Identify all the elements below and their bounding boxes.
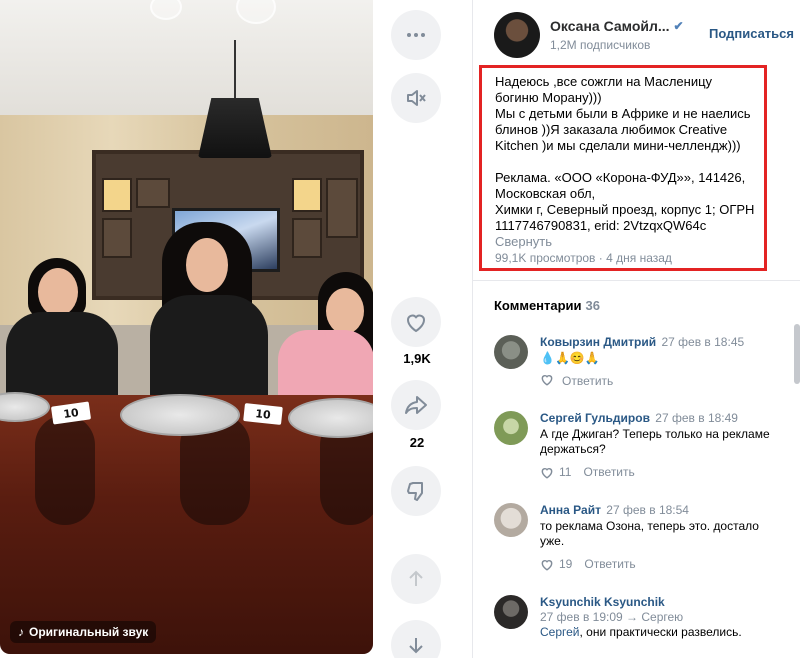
verified-check-icon: ✔ [673, 19, 684, 33]
comment-mention[interactable]: Сергей [540, 625, 580, 639]
posted-time: 4 дня назад [606, 251, 672, 265]
heart-icon [406, 314, 426, 333]
comment-item: Ковырзин Дмитрий 27 фев в 18:45 💧🙏😊🙏 Отв… [494, 335, 794, 391]
mute-button[interactable] [391, 73, 441, 123]
more-button[interactable] [391, 10, 441, 60]
likes-count: 1,9K [403, 351, 431, 366]
shares-count: 22 [409, 435, 425, 450]
original-sound-label: Оригинальный звук [29, 625, 149, 639]
thumb-down-icon [407, 482, 423, 501]
comment-date: 27 фев в 19:09 [540, 610, 623, 624]
reply-button[interactable]: Ответить [562, 374, 613, 388]
dislike-button[interactable] [391, 466, 441, 516]
comment-author[interactable]: Анна Райт [540, 503, 601, 517]
comment-date: 27 фев в 18:49 [655, 411, 738, 425]
comment-author[interactable]: Ковырзин Дмитрий [540, 335, 656, 349]
info-panel: Оксана Самойл... ✔ 1,2M подписчиков Подп… [472, 0, 800, 658]
child-left [6, 312, 118, 402]
comments-count: 36 [585, 298, 601, 313]
comments-header: Комментарии 36 [494, 298, 600, 313]
comments-scrollbar[interactable] [794, 324, 800, 384]
subscribe-button[interactable]: Подписаться [709, 26, 794, 41]
subscribers-count: 1,2M подписчиков [550, 38, 651, 52]
action-column: 1,9K 22 [384, 0, 450, 658]
child-right [278, 330, 373, 402]
author-name-link[interactable]: Оксана Самойл... ✔ [550, 18, 686, 34]
music-note-icon: ♪ [18, 625, 24, 639]
author-block: Оксана Самойл... ✔ 1,2M подписчиков Подп… [494, 12, 794, 58]
commenter-avatar[interactable] [494, 503, 528, 537]
comment-like-button[interactable] [540, 373, 554, 389]
video-ceiling [0, 0, 373, 128]
plate [120, 394, 240, 436]
description-meta: 99,1K просмотров · 4 дня назад [495, 251, 672, 265]
collapse-link[interactable]: Свернуть [495, 234, 552, 249]
original-sound-badge[interactable]: ♪ Оригинальный звук [10, 621, 157, 643]
reply-button[interactable]: Ответить [584, 557, 635, 571]
comment-likes-count: 19 [559, 557, 573, 571]
commenter-avatar[interactable] [494, 595, 528, 629]
comments-title: Комментарии [494, 298, 582, 313]
commenter-avatar[interactable] [494, 335, 528, 369]
heart-outline-icon [541, 375, 553, 386]
comment-text: А где Джиган? Теперь только на рекламе д… [540, 427, 770, 456]
author-name: Оксана Самойл... [550, 18, 670, 34]
share-button[interactable] [391, 380, 441, 430]
commenter-avatar[interactable] [494, 411, 528, 445]
views-count: 99,1K просмотров [495, 251, 596, 265]
comment-text: то реклама Озона, теперь это. достало уж… [540, 519, 759, 548]
reply-to-user[interactable]: Сергею [641, 610, 683, 624]
comment-date: 27 фев в 18:54 [606, 503, 689, 517]
heart-outline-icon [541, 559, 553, 571]
comment-item: Сергей Гульдиров 27 фев в 18:49 А где Дж… [494, 411, 794, 481]
more-dots-icon [407, 33, 425, 37]
comment-likes-count: 11 [559, 465, 572, 479]
comment-item: Анна Райт 27 фев в 18:54 то реклама Озон… [494, 503, 794, 573]
like-button[interactable] [391, 297, 441, 347]
heart-outline-icon [541, 467, 553, 479]
author-avatar[interactable] [494, 12, 540, 58]
arrow-down-icon [409, 638, 423, 654]
comment-author[interactable]: Сергей Гульдиров [540, 411, 650, 425]
comment-text: , они практически развелись. [579, 625, 742, 639]
reply-arrow-icon: → [626, 610, 639, 624]
reply-button[interactable]: Ответить [583, 465, 634, 479]
video-description: Надеюсь ,все сожгли на Масленицу богиню … [479, 65, 767, 271]
comment-author[interactable]: Ksyunchik Ksyunchik [540, 595, 665, 609]
description-text: Надеюсь ,все сожгли на Масленицу богиню … [495, 74, 755, 233]
video-player[interactable]: 10 10 ♪ Оригинальный звук [0, 0, 373, 654]
person-body [150, 295, 268, 405]
arrow-up-icon [409, 570, 423, 586]
number-card: 10 [243, 403, 283, 425]
comment-like-button[interactable]: 11 [540, 465, 571, 479]
person-face [186, 238, 228, 292]
next-video-button[interactable] [391, 620, 441, 658]
comment-item: Ksyunchik Ksyunchik 27 фев в 19:09 → Сер… [494, 595, 794, 645]
comment-like-button[interactable]: 19 [540, 557, 572, 571]
comment-text: 💧🙏😊🙏 [540, 351, 600, 365]
comment-date: 27 фев в 18:45 [661, 335, 745, 349]
sound-off-icon [407, 90, 426, 106]
previous-video-button[interactable] [391, 554, 441, 604]
share-arrow-icon [405, 396, 427, 414]
